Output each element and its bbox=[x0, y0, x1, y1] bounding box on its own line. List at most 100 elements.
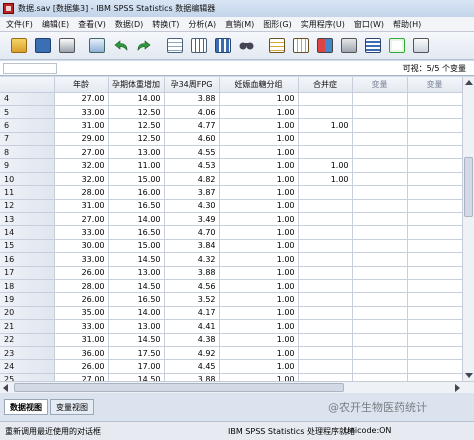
menu-utilities[interactable]: 实用程序(U) bbox=[301, 19, 345, 30]
table-cell[interactable]: 1.00 bbox=[219, 118, 299, 133]
select-cases-icon[interactable] bbox=[362, 35, 383, 56]
row-number[interactable]: 10 bbox=[0, 172, 55, 187]
table-cell-empty[interactable] bbox=[352, 92, 408, 106]
table-cell[interactable] bbox=[298, 145, 353, 160]
table-cell[interactable]: 1.00 bbox=[219, 279, 299, 294]
table-cell-empty[interactable] bbox=[407, 333, 463, 347]
menu-file[interactable]: 文件(F) bbox=[6, 19, 33, 30]
table-cell[interactable]: 11.00 bbox=[108, 158, 165, 173]
table-cell-empty[interactable] bbox=[407, 145, 463, 160]
row-number[interactable]: 8 bbox=[0, 145, 55, 160]
horizontal-scrollbar[interactable] bbox=[0, 381, 474, 393]
row-number[interactable]: 24 bbox=[0, 359, 55, 374]
table-cell[interactable]: 4.55 bbox=[164, 145, 220, 160]
table-cell[interactable]: 33.00 bbox=[54, 252, 109, 267]
table-cell[interactable]: 28.00 bbox=[54, 279, 109, 294]
table-cell-empty[interactable] bbox=[352, 105, 408, 120]
horizontal-scroll-thumb[interactable] bbox=[14, 383, 344, 392]
table-cell-empty[interactable] bbox=[407, 132, 463, 147]
table-cell[interactable]: 3.88 bbox=[164, 92, 220, 106]
table-cell[interactable]: 1.00 bbox=[219, 212, 299, 227]
table-cell-empty[interactable] bbox=[407, 279, 463, 294]
table-cell-empty[interactable] bbox=[407, 239, 463, 254]
table-cell-empty[interactable] bbox=[352, 118, 408, 133]
table-cell[interactable]: 14.50 bbox=[108, 333, 165, 347]
table-cell-empty[interactable] bbox=[407, 292, 463, 307]
table-cell[interactable] bbox=[298, 212, 353, 227]
table-cell[interactable] bbox=[298, 279, 353, 294]
table-cell[interactable] bbox=[298, 239, 353, 254]
table-cell[interactable]: 4.32 bbox=[164, 252, 220, 267]
table-cell[interactable]: 12.50 bbox=[108, 105, 165, 120]
vertical-scrollbar[interactable] bbox=[462, 77, 474, 381]
row-number[interactable]: 18 bbox=[0, 279, 55, 294]
table-cell[interactable]: 1.00 bbox=[219, 199, 299, 214]
vertical-scroll-thumb[interactable] bbox=[464, 157, 473, 217]
table-cell[interactable]: 1.00 bbox=[219, 373, 299, 381]
row-number[interactable]: 17 bbox=[0, 266, 55, 280]
table-cell[interactable] bbox=[298, 292, 353, 307]
table-cell-empty[interactable] bbox=[352, 145, 408, 160]
table-cell[interactable] bbox=[298, 319, 353, 334]
table-cell[interactable] bbox=[298, 266, 353, 280]
table-cell[interactable]: 13.00 bbox=[108, 266, 165, 280]
row-number[interactable]: 7 bbox=[0, 132, 55, 147]
tab-variable-view[interactable]: 变量视图 bbox=[50, 399, 94, 415]
table-cell[interactable]: 1.00 bbox=[219, 158, 299, 173]
table-cell[interactable]: 1.00 bbox=[219, 292, 299, 307]
table-cell[interactable]: 4.06 bbox=[164, 105, 220, 120]
table-cell[interactable] bbox=[298, 132, 353, 147]
table-cell[interactable]: 13.00 bbox=[108, 145, 165, 160]
tab-data-view[interactable]: 数据视图 bbox=[4, 399, 48, 415]
table-cell[interactable] bbox=[298, 105, 353, 120]
table-cell-empty[interactable] bbox=[352, 319, 408, 334]
table-cell[interactable]: 33.00 bbox=[54, 105, 109, 120]
table-cell[interactable]: 31.00 bbox=[54, 199, 109, 214]
table-cell[interactable] bbox=[298, 346, 353, 361]
row-number[interactable]: 20 bbox=[0, 306, 55, 321]
table-cell[interactable] bbox=[298, 373, 353, 381]
table-cell[interactable]: 1.00 bbox=[298, 118, 353, 133]
table-cell[interactable] bbox=[298, 252, 353, 267]
table-cell[interactable]: 32.00 bbox=[54, 158, 109, 173]
table-cell[interactable] bbox=[298, 359, 353, 374]
row-number[interactable]: 16 bbox=[0, 252, 55, 267]
table-cell-empty[interactable] bbox=[407, 105, 463, 120]
table-cell[interactable] bbox=[298, 199, 353, 214]
row-number[interactable]: 21 bbox=[0, 319, 55, 334]
table-cell-empty[interactable] bbox=[407, 225, 463, 240]
menu-window[interactable]: 窗口(W) bbox=[354, 19, 384, 30]
table-cell[interactable]: 1.00 bbox=[219, 132, 299, 147]
table-cell-empty[interactable] bbox=[407, 199, 463, 214]
table-cell[interactable]: 1.00 bbox=[298, 172, 353, 187]
table-cell[interactable]: 4.92 bbox=[164, 346, 220, 361]
table-cell[interactable]: 1.00 bbox=[219, 266, 299, 280]
table-cell[interactable]: 17.50 bbox=[108, 346, 165, 361]
table-cell[interactable]: 14.00 bbox=[108, 212, 165, 227]
column-header-glucose-group[interactable]: 妊娠血糖分组 bbox=[219, 77, 299, 93]
table-cell[interactable] bbox=[298, 225, 353, 240]
row-number[interactable]: 25 bbox=[0, 373, 55, 381]
table-cell[interactable]: 29.00 bbox=[54, 132, 109, 147]
menu-help[interactable]: 帮助(H) bbox=[393, 19, 421, 30]
save-icon[interactable] bbox=[32, 35, 53, 56]
goto-case-icon[interactable] bbox=[164, 35, 185, 56]
table-cell[interactable]: 3.87 bbox=[164, 185, 220, 200]
table-cell[interactable]: 4.30 bbox=[164, 199, 220, 214]
table-cell[interactable]: 16.50 bbox=[108, 292, 165, 307]
table-cell[interactable]: 3.88 bbox=[164, 266, 220, 280]
variables-icon[interactable] bbox=[212, 35, 233, 56]
table-cell[interactable]: 26.00 bbox=[54, 266, 109, 280]
table-cell-empty[interactable] bbox=[407, 185, 463, 200]
table-cell[interactable]: 35.00 bbox=[54, 306, 109, 321]
table-cell-empty[interactable] bbox=[352, 279, 408, 294]
table-cell-empty[interactable] bbox=[352, 359, 408, 374]
table-cell[interactable]: 1.00 bbox=[219, 333, 299, 347]
table-cell[interactable]: 16.00 bbox=[108, 185, 165, 200]
table-cell-empty[interactable] bbox=[352, 239, 408, 254]
table-cell-empty[interactable] bbox=[407, 212, 463, 227]
row-number[interactable]: 15 bbox=[0, 239, 55, 254]
table-cell[interactable]: 3.84 bbox=[164, 239, 220, 254]
table-cell[interactable]: 14.00 bbox=[108, 306, 165, 321]
table-cell[interactable]: 1.00 bbox=[219, 346, 299, 361]
